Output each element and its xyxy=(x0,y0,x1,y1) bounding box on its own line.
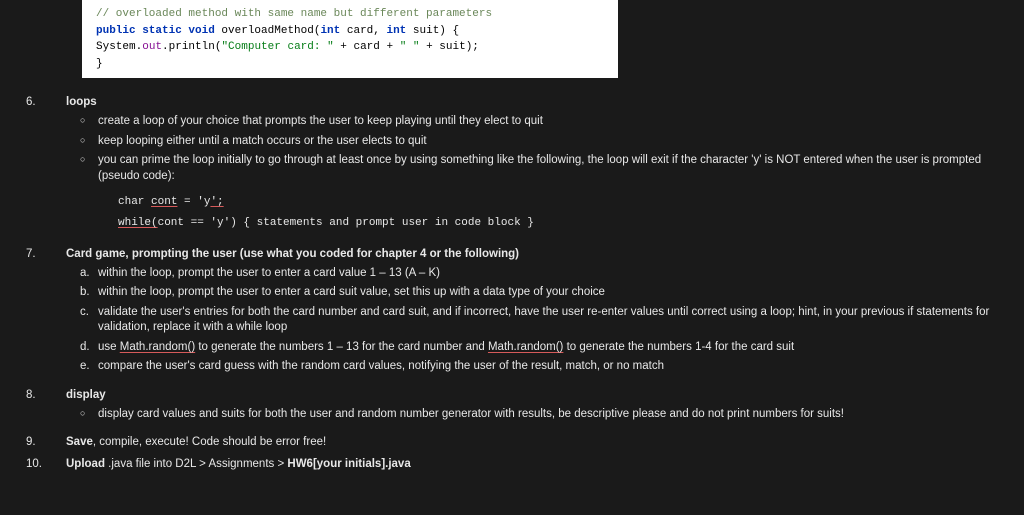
section-title: display xyxy=(66,389,106,401)
item-7: 7. Card game, prompting the user (use wh… xyxy=(26,248,1006,379)
code-comment: // overloaded method with same name but … xyxy=(96,8,492,20)
letter-item: b.within the loop, prompt the user to en… xyxy=(80,285,1006,301)
item-number: 9. xyxy=(26,436,54,448)
item-8: 8. display display card values and suits… xyxy=(26,389,1006,427)
item-number: 8. xyxy=(26,389,54,401)
item-9: 9. Save, compile, execute! Code should b… xyxy=(26,436,1006,448)
section-title: loops xyxy=(66,96,97,108)
letter-item: e.compare the user's card guess with the… xyxy=(80,359,1006,375)
item-number: 10. xyxy=(26,458,54,470)
bullet-item: create a loop of your choice that prompt… xyxy=(80,114,1006,130)
section-title: Card game, prompting the user (use what … xyxy=(66,248,519,260)
section-title-part: Save xyxy=(66,436,93,448)
instructions: 6. loops create a loop of your choice th… xyxy=(0,96,1024,470)
letter-item: d.use Math.random() to generate the numb… xyxy=(80,340,1006,356)
letter-item: a.within the loop, prompt the user to en… xyxy=(80,266,1006,282)
item-10: 10. Upload .java file into D2L > Assignm… xyxy=(26,458,1006,470)
code-snippet: // overloaded method with same name but … xyxy=(82,0,618,78)
letter-item: c.validate the user's entries for both t… xyxy=(80,305,1006,336)
item-6: 6. loops create a loop of your choice th… xyxy=(26,96,1006,238)
item-number: 6. xyxy=(26,96,54,108)
section-title-part: Upload xyxy=(66,458,105,470)
pseudo-code: char cont = 'y'; while(cont == 'y') { st… xyxy=(118,192,1006,234)
bullet-item: keep looping either until a match occurs… xyxy=(80,134,1006,150)
item-number: 7. xyxy=(26,248,54,260)
bullet-item: display card values and suits for both t… xyxy=(80,407,1006,423)
bullet-item: you can prime the loop initially to go t… xyxy=(80,153,1006,184)
